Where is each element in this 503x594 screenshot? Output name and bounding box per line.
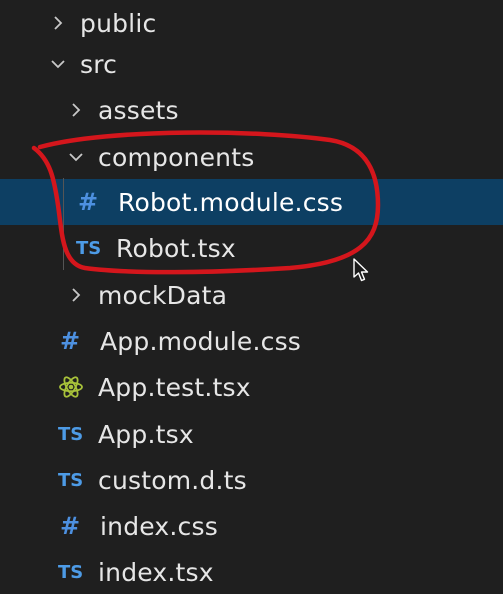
tree-item-label: index.tsx <box>98 557 214 587</box>
css-hash-icon: # <box>60 512 81 540</box>
tree-folder-public[interactable]: public <box>0 0 503 46</box>
tree-file-robot-module-css[interactable]: # Robot.module.css <box>0 179 503 225</box>
tree-file-robot-tsx[interactable]: TS Robot.tsx <box>0 225 503 271</box>
tree-file-index-css[interactable]: # index.css <box>0 503 503 549</box>
tree-item-label: App.test.tsx <box>98 372 251 402</box>
typescript-icon: TS <box>76 237 102 259</box>
tree-item-label: Robot.tsx <box>116 233 236 263</box>
tree-item-label: custom.d.ts <box>98 465 247 495</box>
typescript-icon: TS <box>58 423 84 445</box>
tree-item-label: Robot.module.css <box>118 187 344 217</box>
indent-guide <box>63 178 64 270</box>
tree-file-app-tsx[interactable]: TS App.tsx <box>0 411 503 457</box>
tree-item-label: public <box>80 8 157 38</box>
tree-item-label: mockData <box>98 280 228 310</box>
tree-item-label: App.module.css <box>100 326 302 356</box>
tree-folder-assets[interactable]: assets <box>0 87 503 133</box>
tree-item-label: App.tsx <box>98 419 194 449</box>
mouse-cursor-icon <box>353 258 369 282</box>
chevron-down-icon <box>48 54 68 74</box>
typescript-icon: TS <box>58 469 84 491</box>
css-hash-icon: # <box>78 188 99 216</box>
react-test-icon <box>58 374 86 400</box>
tree-item-label: components <box>98 142 255 172</box>
tree-file-app-module-css[interactable]: # App.module.css <box>0 318 503 364</box>
tree-file-index-tsx[interactable]: TS index.tsx <box>0 549 503 594</box>
tree-folder-components[interactable]: components <box>0 134 503 180</box>
tree-file-custom-d-ts[interactable]: TS custom.d.ts <box>0 457 503 503</box>
chevron-down-icon <box>66 147 86 167</box>
chevron-right-icon <box>66 100 86 120</box>
tree-folder-mockdata[interactable]: mockData <box>0 272 503 318</box>
typescript-icon: TS <box>58 561 84 583</box>
css-hash-icon: # <box>60 327 81 355</box>
tree-file-app-test-tsx[interactable]: App.test.tsx <box>0 364 503 410</box>
tree-item-label: src <box>80 49 118 79</box>
chevron-right-icon <box>48 13 68 33</box>
tree-item-label: assets <box>98 95 179 125</box>
file-explorer: public src assets components # Robot.mod… <box>0 0 503 594</box>
tree-folder-src[interactable]: src <box>0 41 503 87</box>
chevron-right-icon <box>66 285 86 305</box>
tree-item-label: index.css <box>100 511 218 541</box>
